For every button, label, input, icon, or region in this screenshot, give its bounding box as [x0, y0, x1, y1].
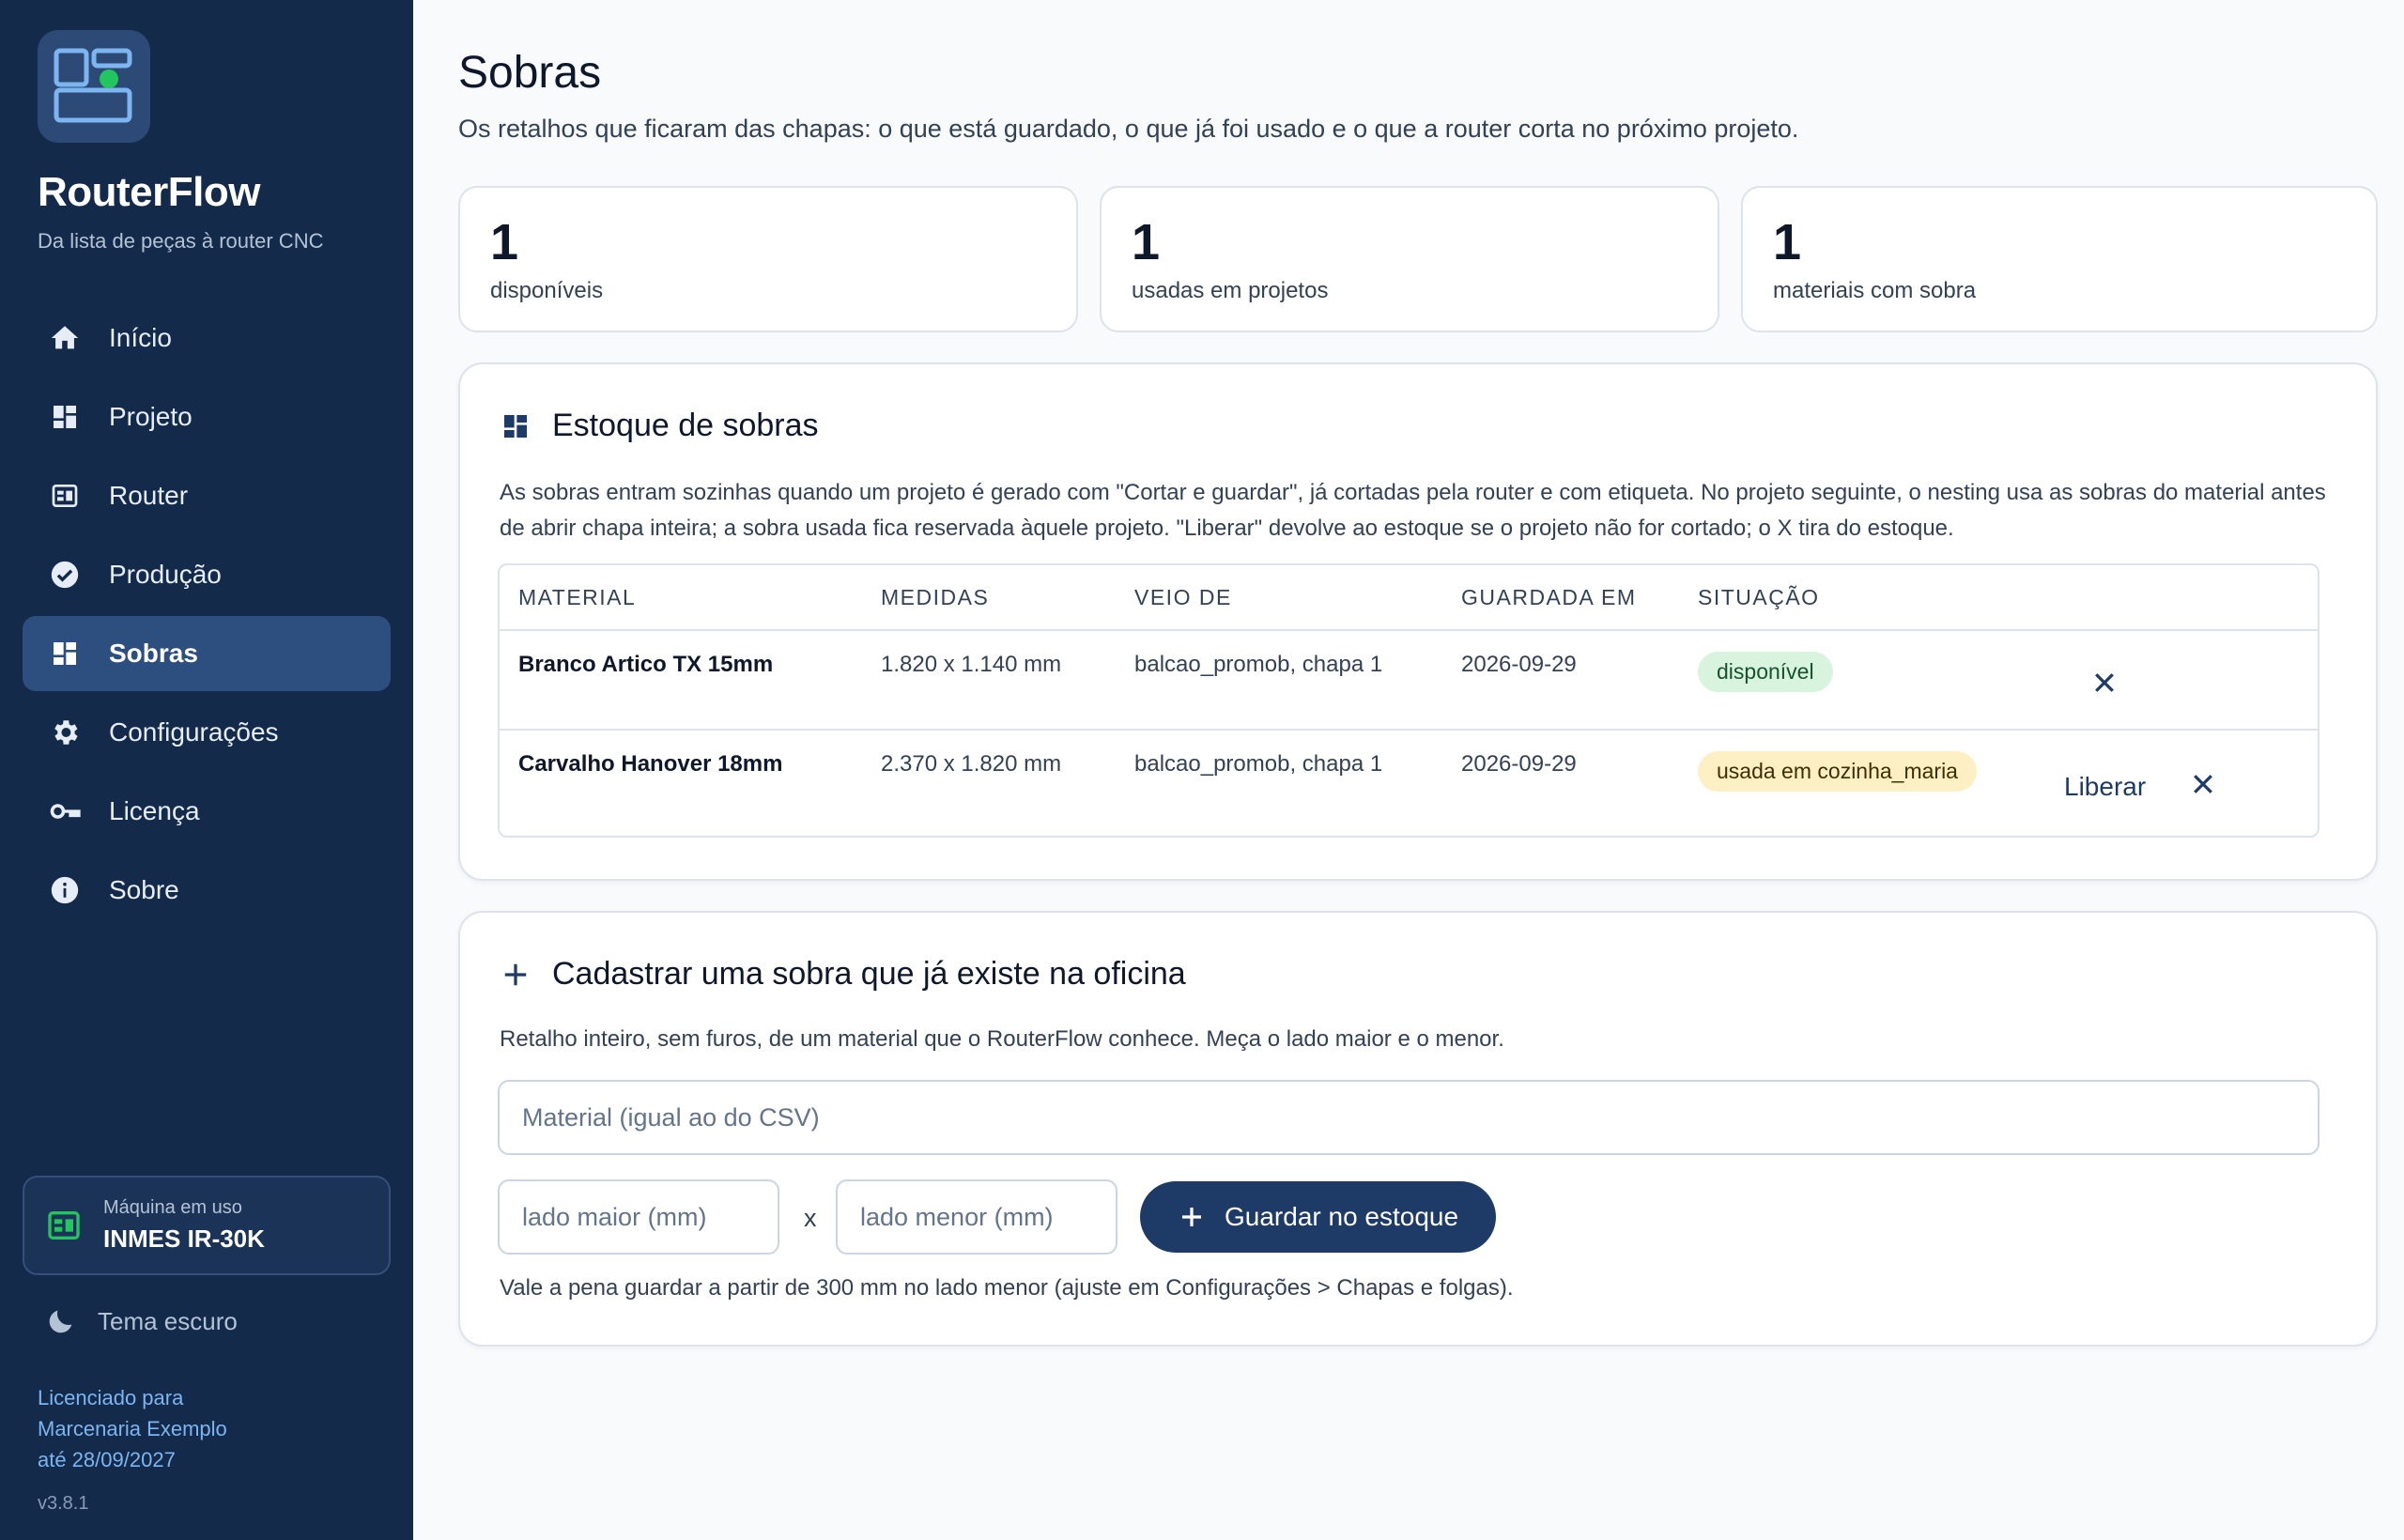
register-card-title: Cadastrar uma sobra que já existe na ofi… — [500, 956, 1186, 993]
dashboard-icon — [500, 410, 532, 442]
close-icon[interactable] — [2189, 770, 2217, 798]
machine-label: Máquina em uso — [103, 1197, 242, 1218]
cell-material: Branco Artico TX 15mm — [500, 631, 862, 731]
cell-material: Carvalho Hanover 18mm — [518, 751, 783, 777]
app-logo — [38, 30, 150, 143]
stat-value: 1 — [1773, 214, 1802, 270]
logo-icon — [54, 48, 132, 123]
machine-value: INMES IR-30K — [103, 1224, 265, 1253]
cell-actions — [2045, 631, 2318, 731]
nav-item-sobre[interactable]: Sobre — [23, 853, 391, 928]
router-icon — [47, 478, 83, 514]
register-hint: Vale a pena guardar a partir de 300 mm n… — [500, 1275, 1514, 1301]
register-title-text: Cadastrar uma sobra que já existe na ofi… — [552, 956, 1186, 992]
cell-dims: 1.820 x 1.140 mm — [862, 631, 1116, 731]
times-sign: x — [804, 1204, 817, 1232]
nav-item-producao[interactable]: Produção — [23, 537, 391, 612]
nav-item-label: Sobras — [109, 639, 198, 668]
stat-card-disponiveis: 1 disponíveis — [458, 186, 1078, 332]
stat-label: disponíveis — [490, 278, 604, 303]
nav-item-label: Configurações — [109, 717, 279, 747]
stock-card-title: Estoque de sobras — [500, 408, 819, 444]
register-card: Cadastrar uma sobra que já existe na ofi… — [458, 911, 2378, 1347]
nav-item-label: Início — [109, 323, 172, 352]
nav-item-projeto[interactable]: Projeto — [23, 379, 391, 454]
nav-item-sobras[interactable]: Sobras — [23, 616, 391, 691]
nav-item-label: Sobre — [109, 875, 179, 904]
key-icon — [47, 793, 83, 829]
column-header-actions — [2045, 565, 2318, 631]
stat-label: materiais com sobra — [1773, 278, 1977, 303]
column-header-veio: VEIO DE — [1116, 565, 1442, 631]
material-input[interactable] — [498, 1080, 2319, 1155]
stat-value: 1 — [1132, 214, 1161, 270]
license-holder: Marcenaria Exemplo — [38, 1417, 227, 1440]
cell-status: usada em cozinha_maria — [1679, 731, 2045, 836]
nav-item-licenca[interactable]: Licença — [23, 774, 391, 849]
moon-icon — [49, 1310, 72, 1333]
theme-toggle[interactable]: Tema escuro — [45, 1305, 238, 1337]
save-to-stock-button[interactable]: Guardar no estoque — [1140, 1181, 1497, 1253]
machine-card[interactable]: Máquina em uso INMES IR-30K — [23, 1176, 391, 1275]
nav-item-label: Router — [109, 481, 189, 510]
router-icon — [48, 1211, 80, 1240]
license-info: Licenciado para Marcenaria Exemplo até 2… — [38, 1382, 227, 1475]
license-line: Licenciado para — [38, 1386, 184, 1409]
cell-status: disponível — [1679, 631, 2045, 731]
column-header-medidas: MEDIDAS — [862, 565, 1116, 631]
app-name: RouterFlow — [38, 169, 260, 215]
save-to-stock-label: Guardar no estoque — [1225, 1202, 1459, 1231]
minor-side-input[interactable] — [836, 1179, 1117, 1255]
stock-title-text: Estoque de sobras — [552, 408, 819, 443]
page-title: Sobras — [458, 48, 602, 98]
nav-item-configuracoes[interactable]: Configurações — [23, 695, 391, 770]
column-header-guardada: GUARDADA EM — [1442, 565, 1679, 631]
nav-item-label: Produção — [109, 560, 222, 589]
license-expiry: até 28/09/2027 — [38, 1448, 176, 1471]
main-nav: Início Projeto Router Produção Sobras Co… — [23, 300, 391, 932]
cell-actions: Liberar — [2045, 731, 2318, 836]
nav-item-label: Projeto — [109, 402, 193, 431]
page-subtitle: Os retalhos que ficaram das chapas: o qu… — [458, 115, 1799, 143]
dashboard-icon — [47, 399, 83, 435]
stat-card-materiais: 1 materiais com sobra — [1741, 186, 2378, 332]
leftovers-table: MATERIAL MEDIDAS VEIO DE GUARDADA EM SIT… — [498, 563, 2319, 838]
register-description: Retalho inteiro, sem furos, de um materi… — [500, 1026, 1504, 1052]
status-badge: usada em cozinha_maria — [1698, 751, 1977, 792]
check-circle-icon — [47, 557, 83, 593]
gear-icon — [47, 715, 83, 750]
table-header-row: MATERIAL MEDIDAS VEIO DE GUARDADA EM SIT… — [500, 565, 2318, 631]
theme-toggle-label: Tema escuro — [98, 1306, 238, 1335]
home-icon — [47, 320, 83, 356]
column-header-situacao: SITUAÇÃO — [1679, 565, 2045, 631]
nav-item-inicio[interactable]: Início — [23, 300, 391, 376]
plus-icon — [1182, 1208, 1201, 1226]
nav-item-router[interactable]: Router — [23, 458, 391, 533]
cell-date: 2026-09-29 — [1442, 631, 1679, 731]
column-header-material: MATERIAL — [500, 565, 862, 631]
plus-icon — [500, 959, 532, 991]
dashboard-icon — [47, 636, 83, 671]
sidebar: RouterFlow Da lista de peças à router CN… — [0, 0, 413, 1540]
main-content: Sobras Os retalhos que ficaram das chapa… — [413, 0, 2404, 1540]
release-button[interactable]: Liberar — [2064, 759, 2146, 802]
cell-dims: 2.370 x 1.820 mm — [881, 751, 1062, 777]
stat-label: usadas em projetos — [1132, 278, 1329, 303]
major-side-input[interactable] — [498, 1179, 779, 1255]
app-version: v3.8.1 — [38, 1493, 89, 1514]
stock-description: As sobras entram sozinhas quando um proj… — [500, 480, 2326, 541]
stat-value: 1 — [490, 214, 519, 270]
table-row: Carvalho Hanover 18mm 2.370 x 1.820 mm b… — [500, 731, 2318, 836]
cell-origin: balcao_promob, chapa 1 — [1116, 631, 1442, 731]
close-icon[interactable] — [2090, 669, 2119, 697]
stock-card: Estoque de sobras As sobras entram sozin… — [458, 362, 2378, 881]
cell-date: 2026-09-29 — [1461, 751, 1577, 777]
app-tagline: Da lista de peças à router CNC — [38, 229, 324, 253]
stat-card-usadas: 1 usadas em projetos — [1100, 186, 1719, 332]
status-badge: disponível — [1698, 652, 1833, 692]
nav-item-label: Licença — [109, 796, 200, 825]
table-row: Branco Artico TX 15mm 1.820 x 1.140 mm b… — [500, 631, 2318, 731]
cell-origin: balcao_promob, chapa 1 — [1134, 751, 1383, 777]
info-icon — [47, 872, 83, 908]
